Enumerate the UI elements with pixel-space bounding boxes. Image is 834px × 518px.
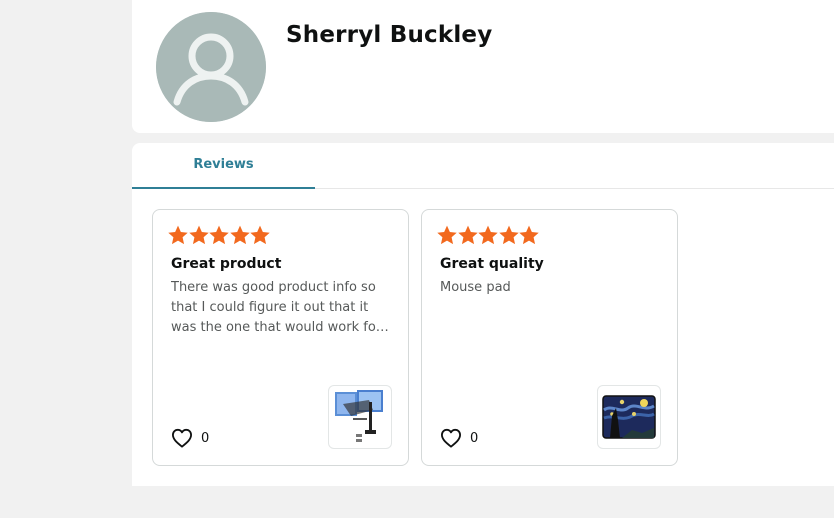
tab-bar: Reviews	[132, 143, 834, 189]
review-card[interactable]: Great product There was good product inf…	[152, 209, 409, 466]
user-silhouette-icon	[156, 12, 266, 122]
profile-card: Sherryl Buckley	[132, 0, 834, 133]
review-title: Great quality	[440, 256, 544, 272]
profile-name: Sherryl Buckley	[286, 22, 493, 48]
heart-icon[interactable]	[440, 428, 462, 448]
star-icon	[188, 224, 209, 246]
like-row: 0	[440, 427, 478, 449]
heart-icon[interactable]	[171, 428, 193, 448]
star-icon	[436, 224, 457, 246]
star-rating	[167, 224, 270, 246]
monitor-arm-mount-icon	[335, 390, 383, 442]
review-title: Great product	[171, 256, 282, 272]
star-icon	[498, 224, 519, 246]
star-icon	[229, 224, 250, 246]
like-row: 0	[171, 427, 209, 449]
like-count: 0	[470, 430, 479, 446]
star-icon	[208, 224, 229, 246]
reviews-panel: Reviews Great product There was good pro…	[132, 143, 834, 486]
product-thumbnail[interactable]	[597, 385, 661, 449]
starry-night-mouse-pad-icon	[602, 395, 656, 439]
star-icon	[477, 224, 498, 246]
review-body: There was good product info so that I co…	[171, 280, 382, 335]
product-thumbnail[interactable]	[328, 385, 392, 449]
review-body: Mouse pad	[440, 280, 511, 295]
avatar	[156, 12, 266, 122]
tab-reviews[interactable]: Reviews	[132, 143, 315, 189]
star-icon	[249, 224, 270, 246]
like-count: 0	[201, 430, 210, 446]
star-rating	[436, 224, 539, 246]
review-card[interactable]: Great quality Mouse pad 0	[421, 209, 678, 466]
star-icon	[167, 224, 188, 246]
star-icon	[518, 224, 539, 246]
star-icon	[457, 224, 478, 246]
